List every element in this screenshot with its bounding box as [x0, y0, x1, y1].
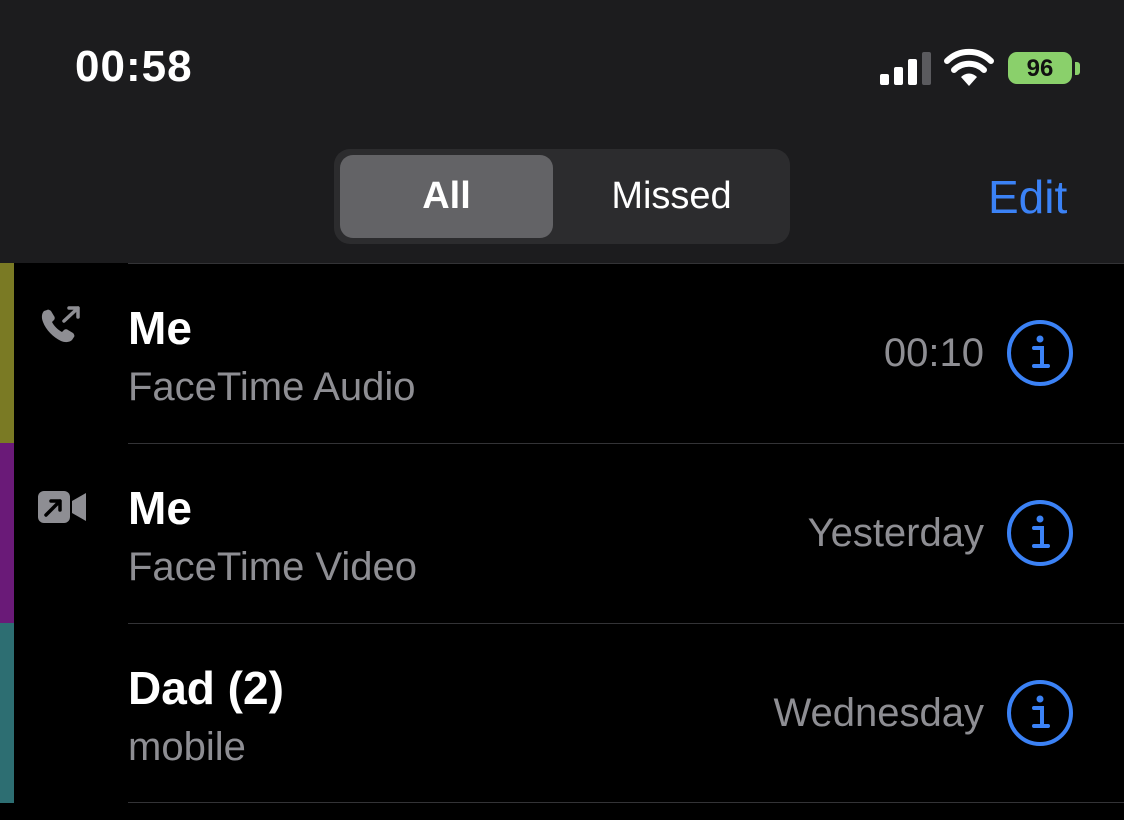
- cellular-signal-icon: [880, 52, 931, 85]
- call-row[interactable]: Me FaceTime Video Yesterday: [0, 443, 1124, 623]
- divider: [128, 623, 1124, 624]
- call-time: Yesterday: [807, 511, 984, 555]
- divider: [128, 263, 1124, 264]
- wifi-icon: [944, 48, 994, 86]
- call-time: Wednesday: [773, 691, 984, 735]
- battery-icon: 96: [1008, 52, 1072, 84]
- info-icon[interactable]: [1006, 679, 1074, 747]
- info-icon[interactable]: [1006, 319, 1074, 387]
- call-type: FaceTime Video: [128, 545, 418, 589]
- edit-button[interactable]: Edit: [988, 170, 1067, 224]
- call-type: FaceTime Audio: [128, 365, 416, 409]
- caller-name: Dad (2): [128, 662, 284, 714]
- row-color-stripe: [0, 623, 14, 803]
- caller-name: Me: [128, 302, 192, 354]
- call-time: 00:10: [883, 331, 984, 375]
- phone-outgoing-icon: [41, 306, 80, 343]
- row-color-stripe: [0, 443, 14, 623]
- divider: [128, 802, 1124, 803]
- info-icon[interactable]: [1006, 499, 1074, 567]
- call-row[interactable]: Dad (2) mobile Wednesday: [0, 623, 1124, 803]
- top-bar: 00:58 96 All Missed Edit: [0, 0, 1124, 263]
- phone-recents-screen: 00:58 96 All Missed Edit Me FaceTime Aud…: [0, 0, 1124, 820]
- call-type: mobile: [128, 725, 246, 769]
- divider: [128, 443, 1124, 444]
- status-time: 00:58: [75, 42, 193, 91]
- segment-missed[interactable]: Missed: [559, 155, 784, 238]
- video-outgoing-icon: [38, 491, 86, 523]
- call-row[interactable]: Me FaceTime Audio 00:10: [0, 263, 1124, 443]
- row-color-stripe: [0, 263, 14, 443]
- caller-name: Me: [128, 482, 192, 534]
- segment-all[interactable]: All: [340, 155, 553, 238]
- battery-tip: [1075, 62, 1080, 75]
- battery-level: 96: [1026, 55, 1054, 82]
- filter-segmented-control: All Missed: [334, 149, 790, 244]
